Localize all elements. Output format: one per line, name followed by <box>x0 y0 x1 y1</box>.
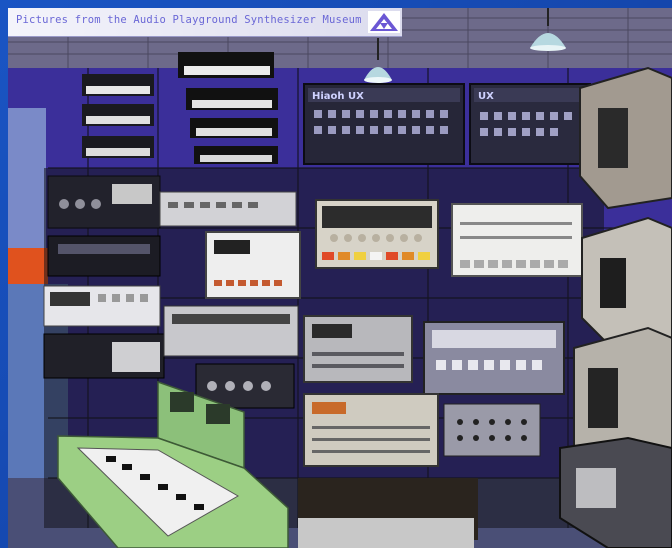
wall-keyboard-2 <box>82 104 154 126</box>
right-rack-upper <box>579 66 672 210</box>
wall-keyboard-5 <box>186 88 278 110</box>
rack-unit-left-1 <box>47 175 161 229</box>
right-rack-mid <box>581 216 672 350</box>
rack-unit-mid-2 <box>303 315 413 383</box>
wall-keyboard-7 <box>194 146 278 164</box>
drum-machine-tr909 <box>451 203 583 277</box>
rack-unit-mid-1 <box>163 305 299 357</box>
rack-unit-left-2 <box>159 191 297 227</box>
floor-unit-light <box>298 518 474 548</box>
museum-photo: Hiaoh UX UX <box>8 8 672 548</box>
drum-machine-tr808 <box>315 199 439 269</box>
synth-module-right-top: UX <box>469 83 591 165</box>
caption-title: Pictures from the Audio Playground Synth… <box>16 14 362 26</box>
rack-unit-left-3 <box>47 235 161 277</box>
rack-unit-left-4 <box>43 285 161 327</box>
wall-keyboard-1 <box>82 74 154 96</box>
rack-unit-left-5 <box>43 333 165 379</box>
wall-keyboard-4 <box>178 52 274 78</box>
drum-machine-center-1 <box>205 231 301 299</box>
museum-logo-icon <box>368 11 400 33</box>
synth-label-right: UX <box>478 91 494 102</box>
rack-unit-mid-3 <box>423 321 565 395</box>
patch-panel <box>443 403 541 457</box>
synth-label-left: Hiaoh UX <box>312 91 364 102</box>
wall-keyboard-6 <box>190 118 278 138</box>
synth-module-center-top: Hiaoh UX <box>303 83 465 165</box>
caption-bar: Pictures from the Audio Playground Synth… <box>8 8 402 37</box>
orange-stripe <box>8 248 48 284</box>
wall-keyboard-3 <box>82 136 154 158</box>
wall-panel-left <box>8 108 46 258</box>
rack-unit-lower-center <box>303 393 439 467</box>
